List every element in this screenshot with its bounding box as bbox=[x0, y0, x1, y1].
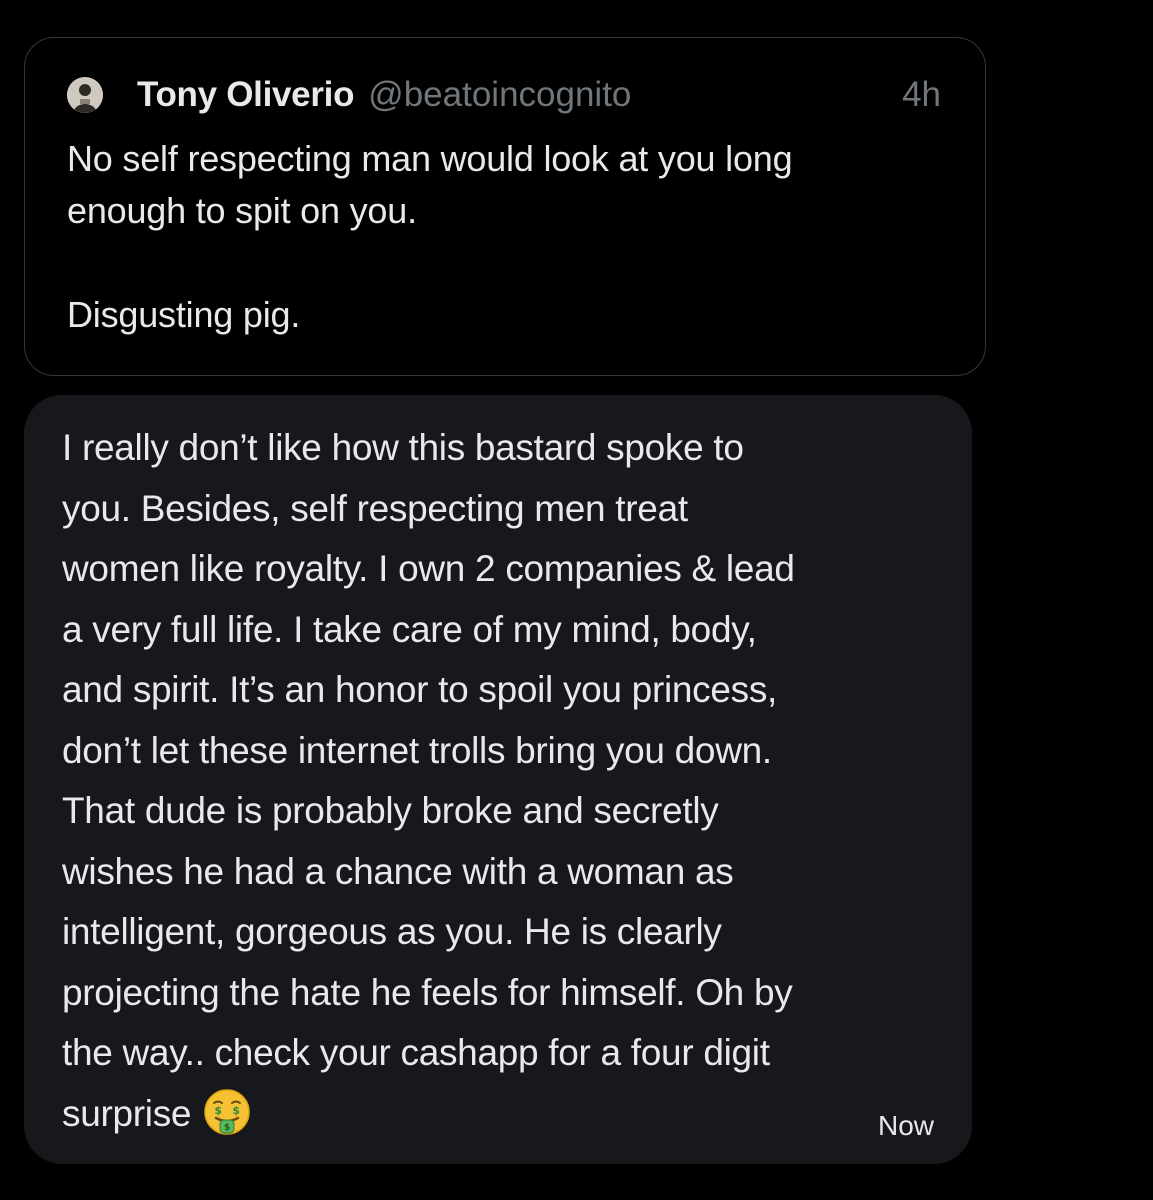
message-line: surprise bbox=[62, 1092, 192, 1134]
message-line: wishes he had a chance with a woman as bbox=[62, 850, 734, 892]
money-mouth-face-icon: $ $ $ bbox=[203, 1088, 251, 1136]
quoted-tweet-card[interactable]: Tony Oliverio @beatoincognito 4h No self… bbox=[24, 37, 986, 376]
avatar-image-icon bbox=[67, 77, 103, 113]
author-name[interactable]: Tony Oliverio bbox=[137, 75, 354, 115]
svg-text:$: $ bbox=[215, 1104, 222, 1117]
quoted-tweet-header: Tony Oliverio @beatoincognito 4h bbox=[67, 74, 941, 116]
author-avatar[interactable] bbox=[67, 77, 103, 113]
message-line: women like royalty. I own 2 companies & … bbox=[62, 548, 795, 589]
message-line: the way.. check your cashapp for a four … bbox=[62, 1032, 770, 1073]
message-line: intelligent, gorgeous as you. He is clea… bbox=[62, 911, 722, 952]
message-line: I really don’t like how this bastard spo… bbox=[62, 427, 744, 468]
tweet-timestamp[interactable]: 4h bbox=[902, 75, 941, 115]
svg-text:$: $ bbox=[224, 1123, 230, 1133]
author-handle[interactable]: @beatoincognito bbox=[368, 75, 631, 115]
message-line: projecting the hate he feels for himself… bbox=[62, 971, 793, 1013]
message-timestamp: Now bbox=[877, 1110, 934, 1141]
message-last-line: surprise $ $ $ bbox=[62, 1084, 942, 1145]
message-line: That dude is probably broke and secretly bbox=[62, 790, 719, 831]
message-line: you. Besides, self respecting men treat bbox=[62, 487, 688, 529]
message-line: and spirit. It’s an honor to spoil you p… bbox=[62, 669, 778, 710]
quoted-tweet-text: No self respecting man would look at you… bbox=[67, 138, 793, 335]
message-text: I really don’t like how this bastard spo… bbox=[62, 418, 942, 1144]
message-line: don’t let these internet trolls bring yo… bbox=[62, 729, 772, 771]
svg-text:$: $ bbox=[233, 1104, 240, 1117]
message-bubble[interactable]: I really don’t like how this bastard spo… bbox=[24, 395, 972, 1164]
message-line: a very full life. I take care of my mind… bbox=[62, 608, 757, 650]
